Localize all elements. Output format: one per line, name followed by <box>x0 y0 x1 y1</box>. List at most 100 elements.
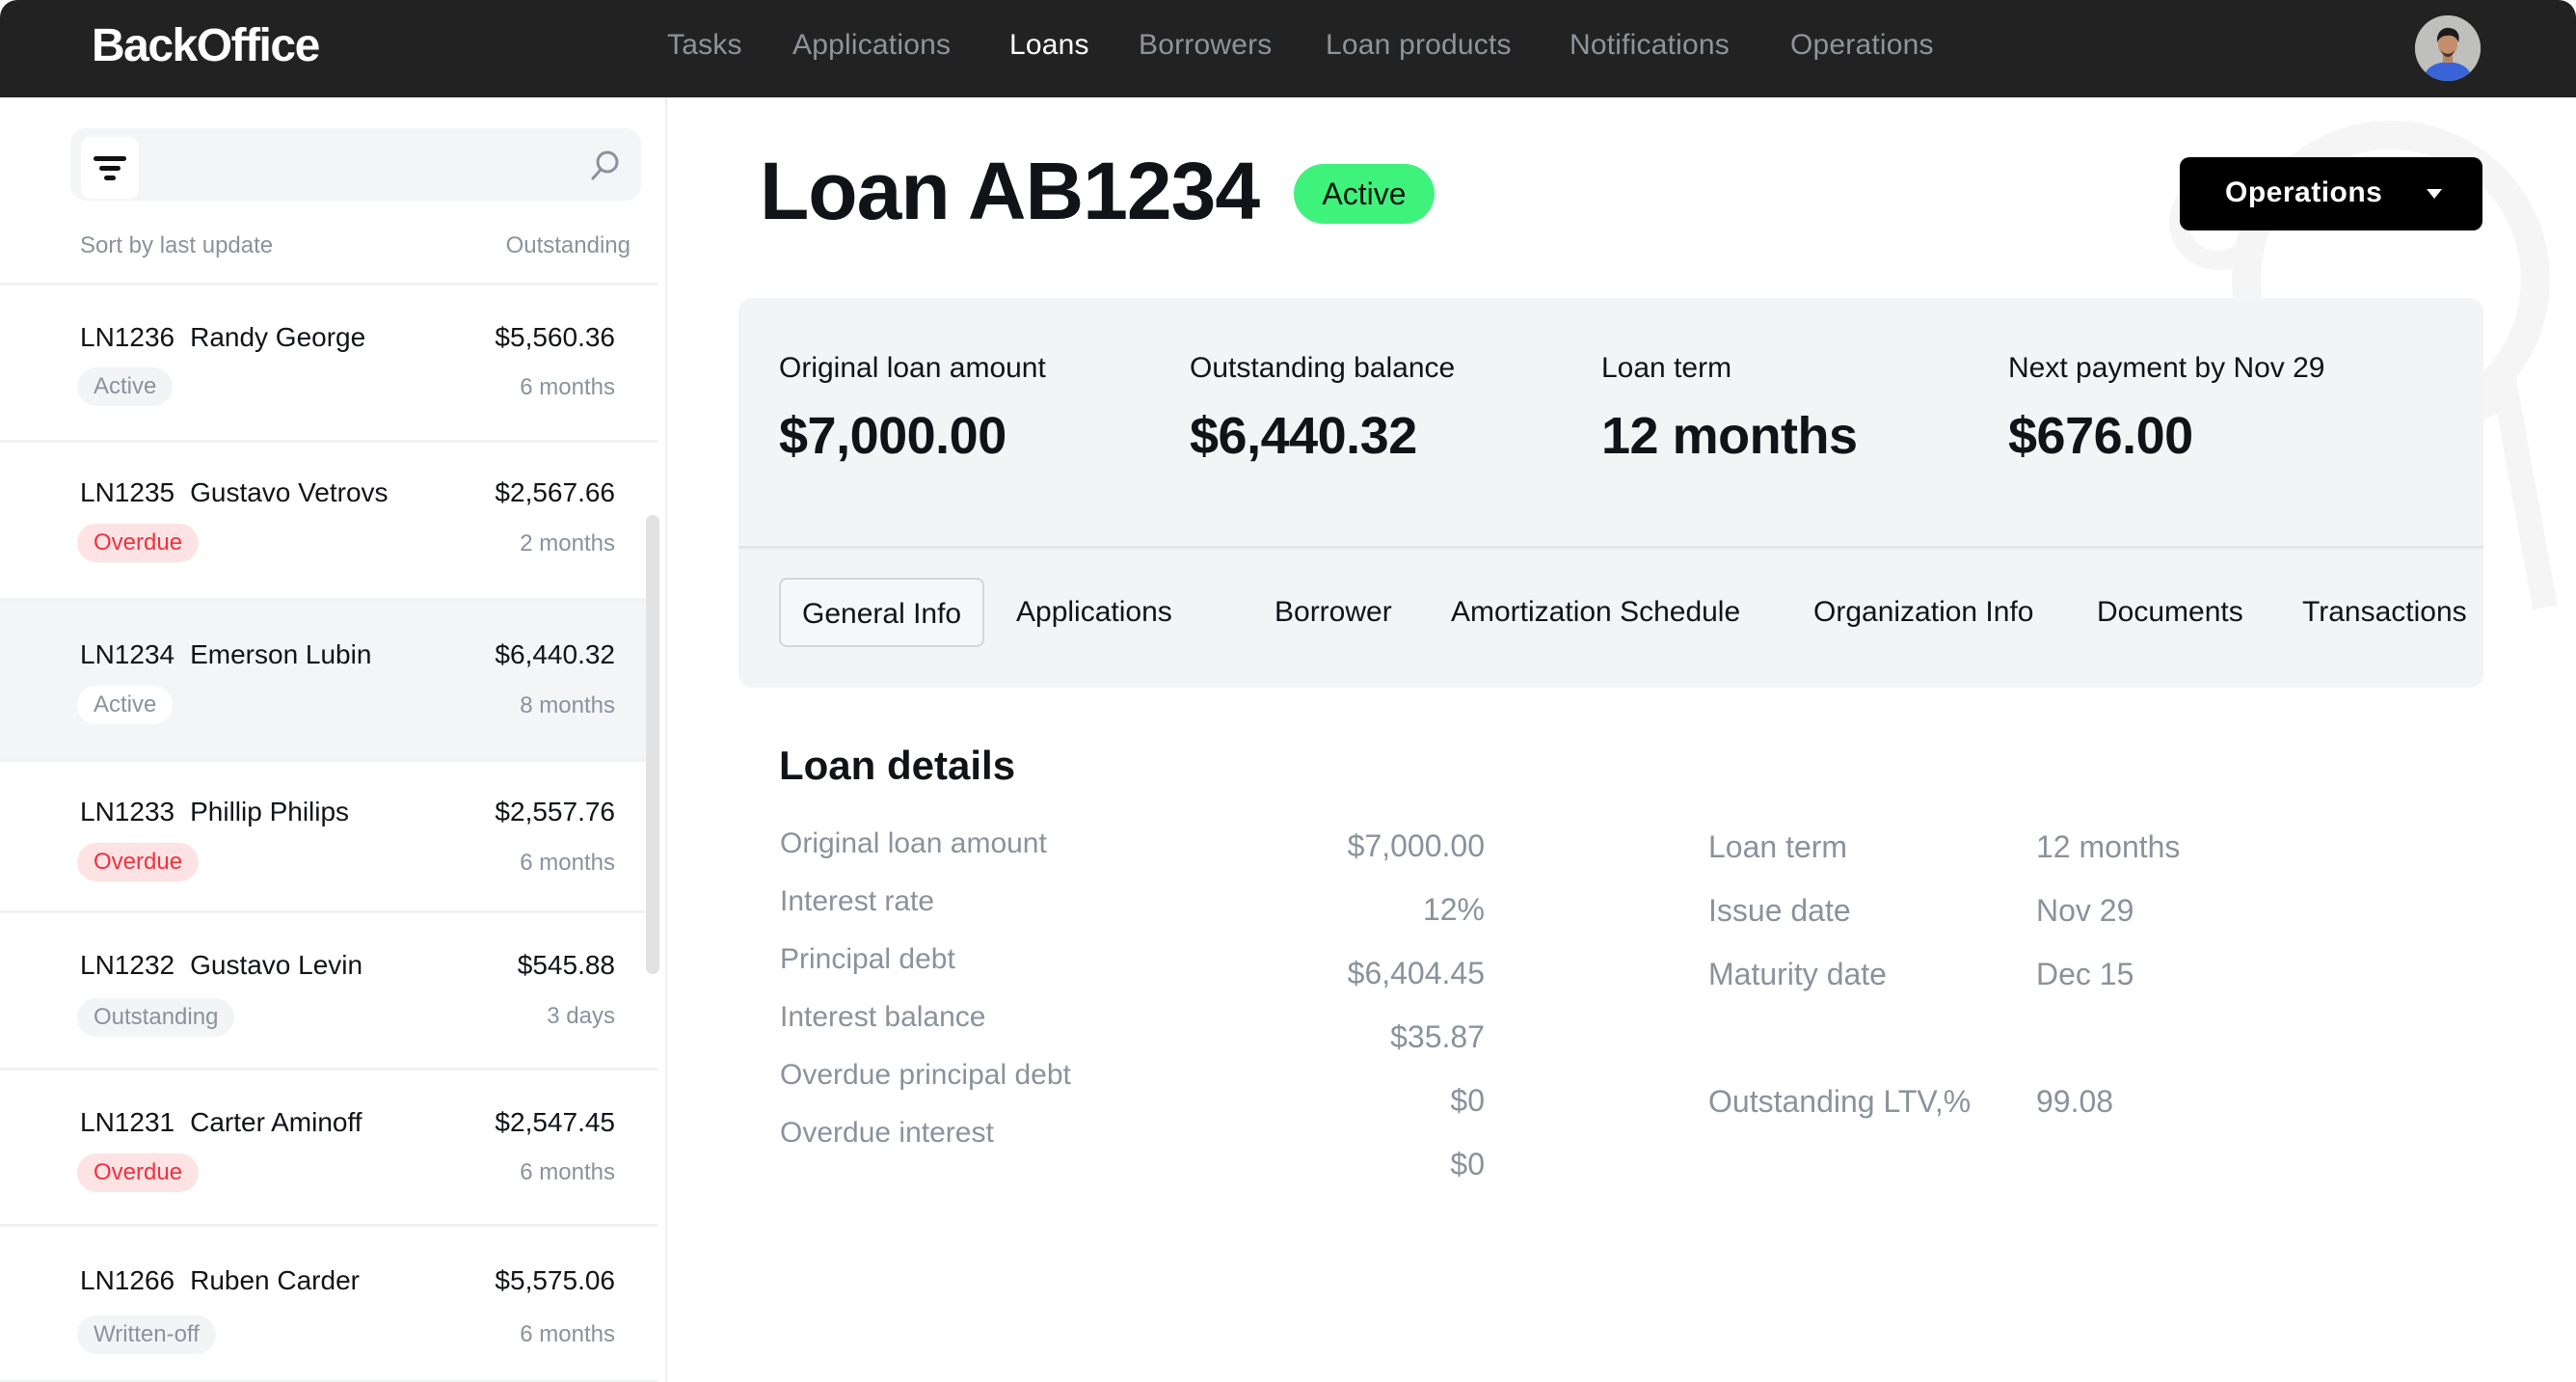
summary-outstanding-balance: Outstanding balance $6,440.32 <box>1190 352 1455 466</box>
loan-id: LN1235 <box>80 477 175 507</box>
nav-borrowers[interactable]: Borrowers <box>1139 29 1273 62</box>
app-logo[interactable]: BackOffice <box>92 19 320 72</box>
borrower-name: Ruben Carder <box>190 1265 360 1295</box>
loan-title: LN1234 Emerson Lubin <box>80 639 371 670</box>
loan-term: 6 months <box>520 374 615 400</box>
summary-next-payment: Next payment by Nov 29 $676.00 <box>2008 352 2325 466</box>
loan-title: LN1233 Phillip Philips <box>80 797 349 827</box>
loan-id: LN1236 <box>80 322 175 352</box>
detail-label: Overdue principal debt <box>780 1059 1071 1091</box>
status-badge: Overdue <box>77 524 200 562</box>
loan-term: 3 days <box>547 1003 615 1029</box>
nav-loan-products[interactable]: Loan products <box>1326 29 1512 62</box>
detail-value: 12% <box>1422 892 1485 927</box>
detail-label: Principal debt <box>780 943 955 975</box>
detail-label: Original loan amount <box>780 827 1047 859</box>
detail-label: Interest balance <box>780 1001 986 1033</box>
loan-list-item[interactable]: LN1232 Gustavo Levin $545.88 Outstanding … <box>0 910 657 1068</box>
loan-amount: $2,557.76 <box>495 797 615 826</box>
loan-id: LN1266 <box>80 1265 175 1295</box>
borrower-name: Randy George <box>190 322 366 352</box>
list-header: Sort by last update Outstanding <box>80 232 631 259</box>
summary-value: $6,440.32 <box>1190 407 1417 465</box>
tab-general-info[interactable]: General Info <box>779 578 985 647</box>
tab-transactions[interactable]: Transactions <box>2302 578 2467 647</box>
loan-list-item[interactable]: LN1235 Gustavo Vetrovs $2,567.66 Overdue … <box>0 440 657 598</box>
detail-value: $0 <box>1450 1083 1485 1118</box>
loan-id: LN1232 <box>80 950 175 980</box>
loan-amount: $6,440.32 <box>495 639 615 669</box>
loan-amount: $5,575.06 <box>495 1265 615 1295</box>
nav-operations[interactable]: Operations <box>1790 29 1934 62</box>
loan-term: 6 months <box>520 1159 615 1185</box>
sidebar-scrollbar[interactable] <box>646 515 659 974</box>
borrower-name: Gustavo Vetrovs <box>190 477 389 507</box>
loan-title: LN1266 Ruben Carder <box>80 1265 360 1296</box>
detail-value: $0 <box>1450 1147 1485 1181</box>
loan-title: LN1232 Gustavo Levin <box>80 950 362 981</box>
detail-value: Dec 15 <box>2036 957 2134 991</box>
nav-tasks[interactable]: Tasks <box>667 29 742 62</box>
detail-value: $6,404.45 <box>1347 956 1485 990</box>
summary-value: $7,000.00 <box>779 407 1006 465</box>
caret-down-icon <box>2427 189 2442 199</box>
loan-title: LN1235 Gustavo Vetrovs <box>80 477 389 508</box>
detail-label: Issue date <box>1708 893 1851 928</box>
summary-label: Original loan amount <box>779 352 1046 384</box>
tab-applications[interactable]: Applications <box>1016 578 1172 647</box>
summary-label: Loan term <box>1601 352 1732 384</box>
card-divider <box>738 546 2483 549</box>
loan-status-badge: Active <box>1294 164 1435 224</box>
tab-organization-info[interactable]: Organization Info <box>1813 578 2033 647</box>
tab-amortization-schedule[interactable]: Amortization Schedule <box>1451 578 1740 647</box>
sort-by-dropdown[interactable]: Sort by last update <box>80 232 273 258</box>
page-title: Loan AB1234 <box>760 146 1260 236</box>
status-badge: Active <box>77 686 174 724</box>
filter-icon-line <box>104 176 116 180</box>
status-badge: Written-off <box>77 1315 216 1354</box>
loan-list-item[interactable]: LN1231 Carter Aminoff $2,547.45 Overdue 6… <box>0 1068 657 1224</box>
user-avatar-icon[interactable] <box>2415 15 2481 81</box>
tab-borrower[interactable]: Borrower <box>1275 578 1392 647</box>
borrower-name: Gustavo Levin <box>190 950 363 980</box>
filter-button[interactable] <box>81 137 139 199</box>
loan-list-item[interactable]: LN1236 Randy George $5,560.36 Active 6 mo… <box>0 283 657 440</box>
status-badge: Active <box>77 367 174 406</box>
tab-documents[interactable]: Documents <box>2097 578 2243 647</box>
summary-original-amount: Original loan amount $7,000.00 <box>779 352 1046 466</box>
outstanding-column-label: Outstanding <box>505 232 631 258</box>
nav-applications[interactable]: Applications <box>792 29 951 62</box>
loan-term: 6 months <box>520 850 615 876</box>
loan-amount: $5,560.36 <box>495 322 615 352</box>
detail-label: Interest rate <box>780 885 935 917</box>
loan-list-item-selected[interactable]: LN1234 Emerson Lubin $6,440.32 Active 8 m… <box>0 598 657 759</box>
borrower-name: Emerson Lubin <box>190 639 372 669</box>
loan-term: 6 months <box>520 1321 615 1347</box>
detail-value: Nov 29 <box>2036 893 2134 928</box>
detail-label: Maturity date <box>1708 957 1887 991</box>
status-badge: Outstanding <box>77 998 235 1037</box>
summary-value: 12 months <box>1601 407 1858 465</box>
summary-label: Outstanding balance <box>1190 352 1456 384</box>
loan-term: 2 months <box>520 530 615 556</box>
summary-loan-term: Loan term 12 months <box>1601 352 1858 466</box>
nav-notifications[interactable]: Notifications <box>1570 29 1730 62</box>
loan-list-item[interactable]: LN1233 Phillip Philips $2,557.76 Overdue … <box>0 759 657 910</box>
operations-dropdown-button[interactable]: Operations <box>2180 157 2482 230</box>
loan-title: LN1236 Randy George <box>80 322 365 353</box>
loan-amount: $545.88 <box>517 950 615 980</box>
search-icon[interactable] <box>589 149 620 182</box>
loan-amount: $2,547.45 <box>495 1107 615 1137</box>
summary-value: $676.00 <box>2008 407 2193 465</box>
borrower-name: Carter Aminoff <box>190 1107 362 1137</box>
search-input[interactable] <box>151 138 576 192</box>
detail-value: $35.87 <box>1390 1019 1485 1054</box>
loan-details-heading: Loan details <box>779 743 1016 788</box>
filter-icon-line <box>99 166 121 171</box>
loan-list-item[interactable]: LN1266 Ruben Carder $5,575.06 Written-off… <box>0 1224 657 1382</box>
detail-label: Outstanding LTV,% <box>1708 1084 1972 1119</box>
detail-value: 99.08 <box>2036 1084 2114 1119</box>
nav-loans[interactable]: Loans <box>1009 29 1089 62</box>
detail-value: $7,000.00 <box>1347 828 1485 863</box>
search-bar[interactable] <box>70 128 641 201</box>
